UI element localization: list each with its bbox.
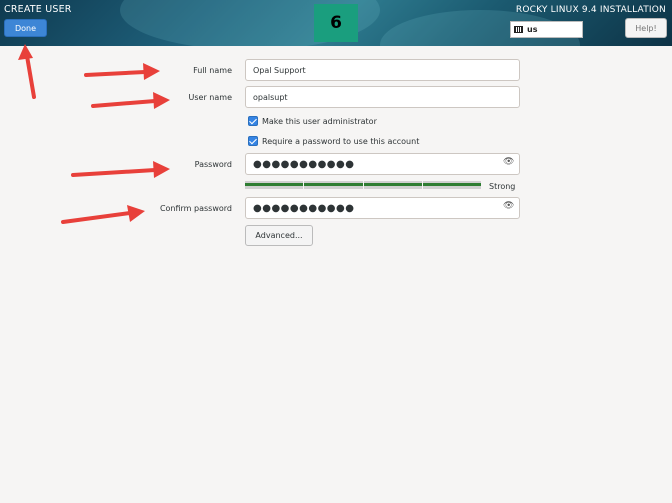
arrow-to-confirm-password — [61, 205, 145, 224]
arrow-to-fullname — [84, 63, 160, 80]
annotation-arrows — [18, 44, 170, 224]
arrow-to-done — [18, 44, 36, 99]
arrow-to-username — [91, 92, 170, 109]
arrow-to-password — [71, 161, 170, 178]
